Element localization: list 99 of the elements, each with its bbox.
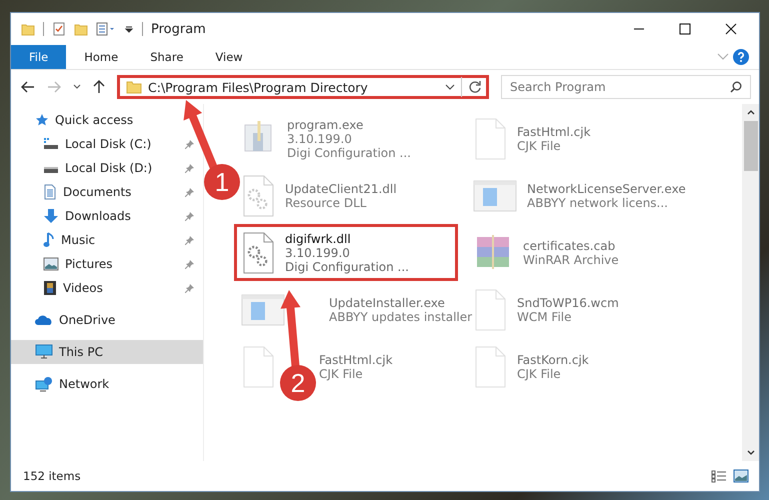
ribbon-tab[interactable]: View bbox=[201, 45, 257, 69]
sidebar-item[interactable]: Network bbox=[11, 372, 203, 396]
sidebar-label: Quick access bbox=[55, 113, 134, 127]
help-icon[interactable] bbox=[733, 49, 749, 65]
file-name: UpdateInstaller.exe bbox=[329, 296, 446, 310]
checklist-icon[interactable] bbox=[52, 22, 66, 36]
close-icon[interactable] bbox=[725, 23, 737, 35]
sidebar-label: This PC bbox=[59, 345, 103, 359]
sidebar-item[interactable]: Pictures bbox=[11, 252, 203, 276]
file-detail: 3.10.199.0 bbox=[287, 132, 353, 146]
sidebar-item[interactable]: Downloads bbox=[11, 204, 203, 228]
details-view-icon[interactable] bbox=[711, 469, 727, 483]
file-detail: WCM File bbox=[517, 310, 572, 324]
star-icon bbox=[35, 113, 49, 127]
scrollbar[interactable] bbox=[742, 104, 759, 461]
back-arrow-icon[interactable] bbox=[21, 81, 35, 93]
file-name: FastHtml.cjk bbox=[319, 352, 393, 366]
sidebar-item[interactable]: OneDrive bbox=[11, 308, 203, 332]
ribbon-tab[interactable]: Home bbox=[70, 45, 132, 69]
file-detail: CJK File bbox=[517, 138, 562, 152]
file-name: FastHtml.cjk bbox=[517, 124, 591, 138]
download-arrow-icon bbox=[43, 208, 59, 224]
ribbon-tab[interactable]: File bbox=[11, 45, 66, 69]
cloud-icon bbox=[35, 314, 53, 326]
sidebar-label: Downloads bbox=[65, 209, 132, 223]
chevron-down-icon[interactable] bbox=[445, 84, 455, 90]
file-name: certificates.cab bbox=[523, 238, 616, 252]
file-detail: Digi Configuration ... bbox=[287, 146, 411, 160]
file-detail: Digi Configuration ... bbox=[285, 260, 409, 274]
blank-file-icon bbox=[473, 288, 507, 330]
blank-file-icon bbox=[473, 118, 507, 160]
sidebar-label: Network bbox=[59, 377, 110, 391]
sidebar-item[interactable]: Quick access bbox=[11, 108, 203, 132]
sidebar-item[interactable]: Documents bbox=[11, 180, 203, 204]
file-detail: ABBYY network licens... bbox=[527, 196, 669, 210]
music-note-icon bbox=[43, 232, 55, 248]
pin-icon[interactable] bbox=[185, 163, 195, 173]
application-window-icon bbox=[473, 178, 517, 214]
large-icons-view-icon[interactable] bbox=[733, 469, 749, 483]
sidebar-label: Documents bbox=[63, 185, 132, 199]
sidebar-label: Videos bbox=[63, 281, 104, 295]
sidebar-label: Music bbox=[61, 233, 96, 247]
search-icon bbox=[730, 81, 742, 93]
properties-icon[interactable] bbox=[96, 22, 116, 36]
pin-icon[interactable] bbox=[185, 211, 195, 221]
item-count: 152 items bbox=[23, 469, 81, 483]
monitor-icon bbox=[35, 344, 53, 360]
file-detail: WinRAR Archive bbox=[523, 252, 619, 266]
window-title: Program bbox=[151, 22, 206, 36]
file-name: SndToWP16.wcm bbox=[517, 296, 619, 310]
sidebar-label: Pictures bbox=[65, 257, 114, 271]
blank-file-icon bbox=[241, 346, 275, 388]
maximize-icon[interactable] bbox=[679, 23, 691, 35]
sidebar-item[interactable]: This PC bbox=[11, 340, 203, 364]
chevron-down-icon[interactable] bbox=[73, 84, 81, 90]
scrollbar-thumb[interactable] bbox=[744, 121, 758, 171]
picture-icon bbox=[43, 257, 59, 271]
file-name: program.exe bbox=[287, 118, 364, 132]
ribbon-tab[interactable]: Share bbox=[136, 45, 198, 69]
pin-icon[interactable] bbox=[185, 259, 195, 269]
folder-icon bbox=[126, 80, 142, 94]
address-bar[interactable]: C:\Program Files\Program Directory bbox=[117, 75, 489, 99]
file-name: FastKorn.cjk bbox=[517, 352, 589, 366]
step-number-badge: 2 bbox=[280, 365, 316, 401]
scroll-up-icon[interactable] bbox=[746, 109, 754, 115]
file-detail: Resource DLL bbox=[285, 196, 368, 210]
scroll-down-icon[interactable] bbox=[746, 450, 754, 456]
file-name: UpdateClient21.dll bbox=[285, 182, 397, 196]
sidebar-label: Local Disk (D:) bbox=[65, 161, 154, 175]
pin-icon[interactable] bbox=[185, 283, 195, 293]
file-name: NetworkLicenseServer.exe bbox=[527, 182, 686, 196]
blank-file-icon bbox=[473, 346, 507, 388]
file-detail: 3.10.199.0 bbox=[285, 246, 351, 260]
sidebar-item[interactable]: Local Disk (D:) bbox=[11, 156, 203, 180]
file-detail: CJK File bbox=[517, 366, 562, 380]
file-detail: ABBYY updates installer bbox=[329, 310, 472, 324]
drive-icon bbox=[43, 137, 59, 151]
address-path: C:\Program Files\Program Directory bbox=[148, 80, 369, 94]
pin-icon[interactable] bbox=[185, 139, 195, 149]
search-field[interactable]: Search Program bbox=[501, 75, 751, 99]
up-arrow-icon[interactable] bbox=[93, 80, 105, 94]
film-icon bbox=[43, 280, 57, 296]
sidebar-item[interactable]: Local Disk (C:) bbox=[11, 132, 203, 156]
network-icon bbox=[35, 376, 53, 392]
sidebar-item[interactable]: Videos bbox=[11, 276, 203, 300]
application-window-icon bbox=[241, 292, 285, 328]
gear-file-icon bbox=[241, 174, 275, 216]
file-name: digifwrk.dll bbox=[285, 232, 352, 246]
gear-file-icon bbox=[241, 232, 275, 274]
step-number-badge: 1 bbox=[204, 164, 240, 200]
file-detail: CJK File bbox=[319, 366, 364, 380]
pin-icon[interactable] bbox=[185, 235, 195, 245]
document-icon bbox=[43, 184, 57, 200]
sidebar-item[interactable]: Music bbox=[11, 228, 203, 252]
highlighted-file-frame[interactable]: digifwrk.dll 3.10.199.0 Digi Configuration ... bbox=[234, 224, 458, 281]
sidebar-label: OneDrive bbox=[59, 313, 116, 327]
sidebar-label: Local Disk (C:) bbox=[65, 137, 152, 151]
refresh-icon[interactable] bbox=[468, 80, 482, 94]
pin-icon[interactable] bbox=[185, 187, 195, 197]
